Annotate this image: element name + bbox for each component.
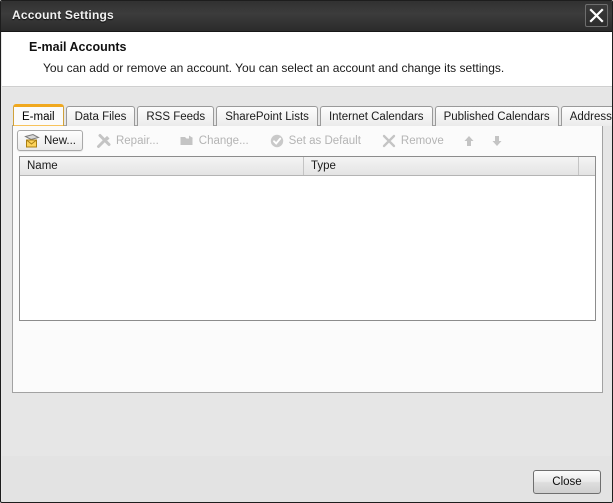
tab-published-calendars[interactable]: Published Calendars bbox=[434, 106, 559, 126]
tab-internet-calendars[interactable]: Internet Calendars bbox=[319, 106, 433, 126]
tab-data-files[interactable]: Data Files bbox=[65, 106, 136, 126]
remove-x-glyph bbox=[382, 134, 396, 147]
tab-strip: E-mail Data Files RSS Feeds SharePoint L… bbox=[13, 104, 612, 126]
column-label: Type bbox=[311, 160, 336, 172]
change-folder-glyph bbox=[180, 135, 193, 145]
column-label: Name bbox=[27, 160, 58, 172]
tab-label: SharePoint Lists bbox=[225, 110, 309, 123]
window-title: Account Settings bbox=[12, 8, 114, 22]
toolbar-label: Repair... bbox=[115, 134, 159, 147]
move-down-arrow-glyph bbox=[492, 135, 502, 146]
tab-sharepoint-lists[interactable]: SharePoint Lists bbox=[216, 106, 318, 126]
tab-label: Address Books bbox=[569, 110, 612, 123]
move-up-button bbox=[457, 130, 481, 151]
new-account-button[interactable]: New... bbox=[17, 130, 83, 151]
column-header-name[interactable]: Name bbox=[20, 157, 304, 175]
repair-account-button: Repair... bbox=[89, 130, 166, 151]
tab-email[interactable]: E-mail bbox=[13, 104, 64, 126]
accounts-toolbar: New... Repair... Change... Set as Defaul… bbox=[13, 126, 602, 155]
listview-header: Name Type bbox=[20, 157, 595, 176]
toolbar-label: Change... bbox=[198, 134, 249, 147]
check-circle-icon bbox=[269, 133, 285, 149]
toolbar-label: Set as Default bbox=[288, 134, 361, 147]
move-down-arrow-icon bbox=[489, 133, 505, 149]
toolbar-label: Remove bbox=[400, 134, 444, 147]
repair-tools-icon bbox=[96, 133, 112, 149]
remove-account-button: Remove bbox=[374, 130, 451, 151]
close-x-glyph bbox=[589, 8, 604, 23]
header-band: E-mail Accounts You can add or remove an… bbox=[2, 32, 612, 87]
close-icon[interactable] bbox=[585, 4, 608, 27]
new-mail-icon bbox=[24, 133, 40, 149]
dialog-footer: Close bbox=[2, 456, 612, 502]
change-account-button: Change... bbox=[172, 130, 256, 151]
page-description: You can add or remove an account. You ca… bbox=[43, 61, 505, 75]
close-button-label: Close bbox=[552, 476, 582, 488]
column-header-spacer[interactable] bbox=[579, 157, 595, 175]
move-down-button bbox=[485, 130, 509, 151]
new-mail-glyph bbox=[24, 133, 40, 147]
email-tab-panel: New... Repair... Change... Set as Defaul… bbox=[12, 125, 603, 393]
tab-label: Internet Calendars bbox=[328, 110, 424, 123]
column-header-type[interactable]: Type bbox=[304, 157, 579, 175]
tab-label: Data Files bbox=[74, 110, 127, 123]
dialog-body: E-mail Data Files RSS Feeds SharePoint L… bbox=[2, 88, 612, 502]
move-up-arrow-icon bbox=[461, 133, 477, 149]
tab-label: RSS Feeds bbox=[146, 110, 206, 123]
check-circle-glyph bbox=[270, 134, 283, 147]
move-up-arrow-glyph bbox=[464, 135, 474, 146]
remove-x-icon bbox=[381, 133, 397, 149]
account-settings-window: Account Settings E-mail Accounts You can… bbox=[0, 0, 613, 503]
toolbar-label: New... bbox=[44, 134, 76, 147]
accounts-listview[interactable]: Name Type bbox=[19, 156, 596, 321]
close-button[interactable]: Close bbox=[533, 470, 601, 494]
listview-rows[interactable] bbox=[20, 176, 595, 320]
tab-address-books[interactable]: Address Books bbox=[560, 106, 612, 126]
page-title: E-mail Accounts bbox=[29, 40, 127, 54]
tab-label: E-mail bbox=[22, 110, 55, 123]
change-folder-icon bbox=[179, 133, 195, 149]
tab-label: Published Calendars bbox=[443, 110, 550, 123]
repair-tools-glyph bbox=[96, 133, 111, 148]
tab-rss-feeds[interactable]: RSS Feeds bbox=[137, 106, 215, 126]
title-bar: Account Settings bbox=[1, 1, 612, 32]
set-as-default-button: Set as Default bbox=[262, 130, 368, 151]
